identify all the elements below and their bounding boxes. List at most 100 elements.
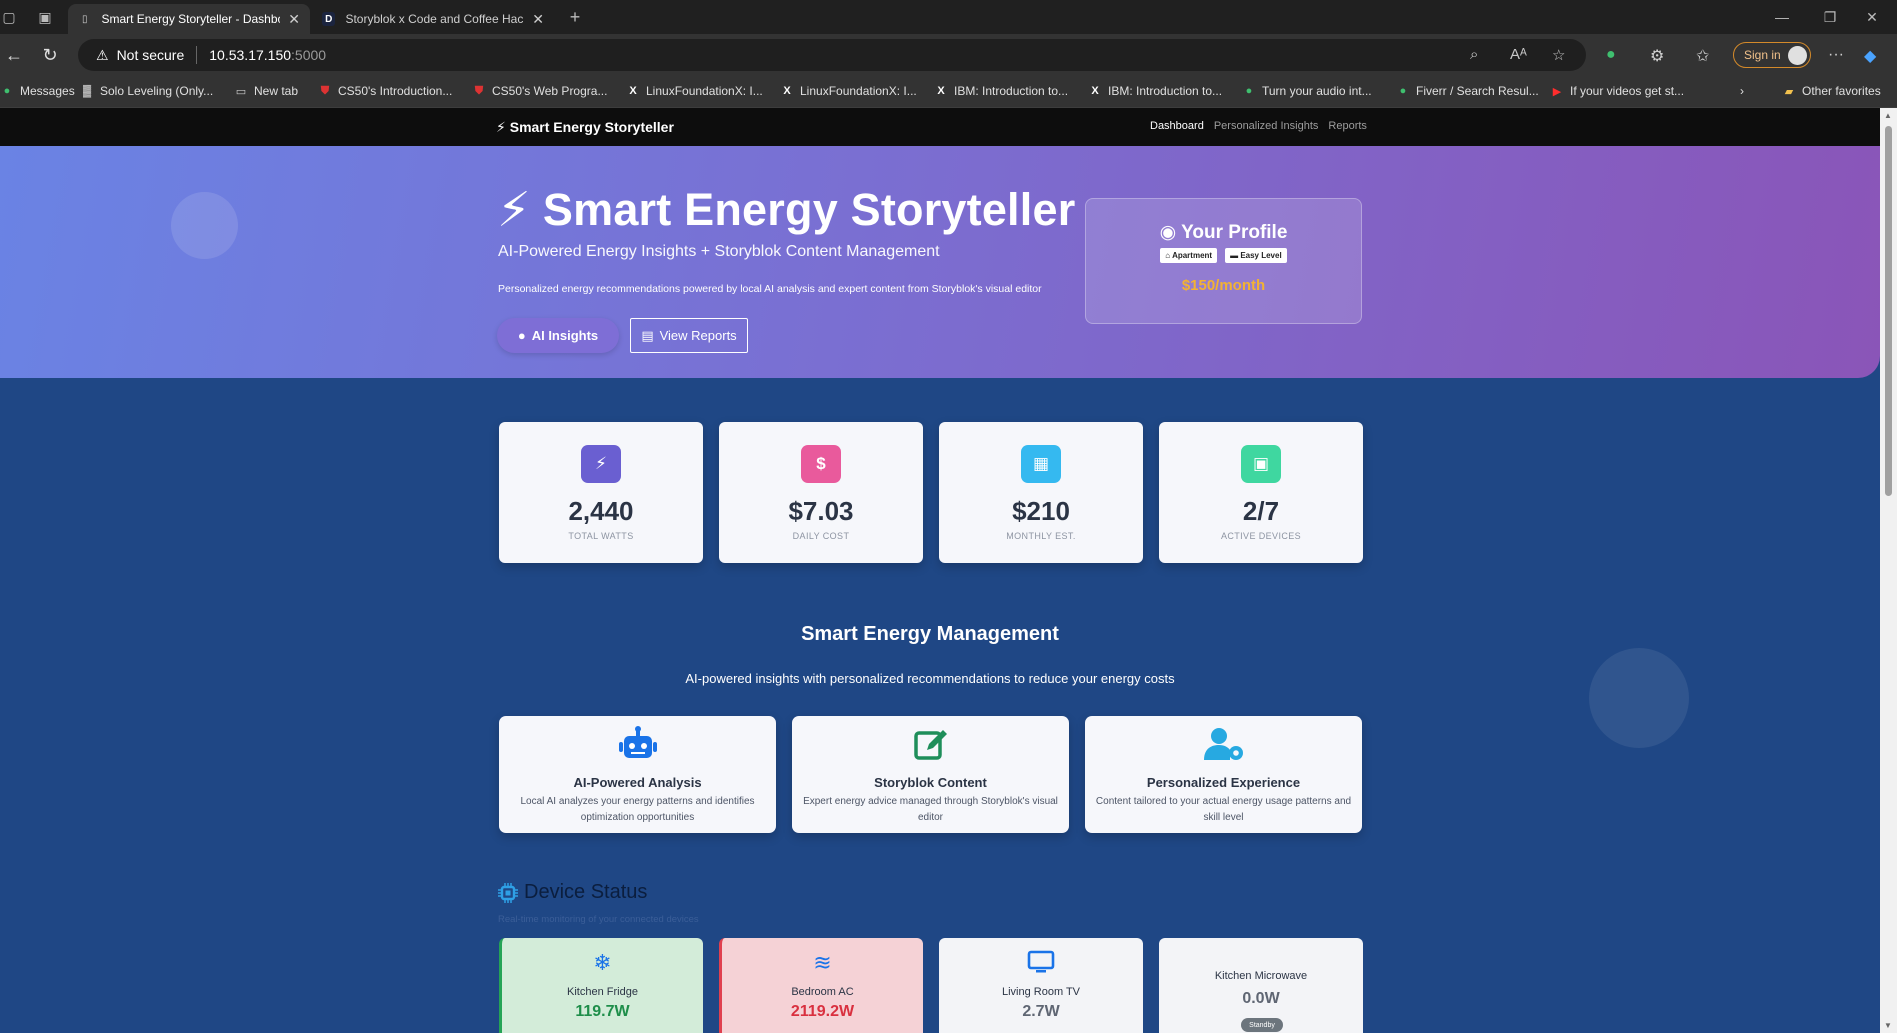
skill-level-badge: ▬ Easy Level	[1225, 248, 1287, 263]
edit-icon	[792, 726, 1069, 767]
extension-green-icon[interactable]: ●	[1606, 46, 1616, 64]
decorative-bubble	[1589, 648, 1689, 748]
device-name: Kitchen Fridge	[567, 986, 638, 998]
microchip-icon: ▣	[1241, 445, 1281, 483]
ai-insights-button[interactable]: ● AI Insights	[497, 318, 619, 353]
hero-title: ⚡ Smart Energy Storyteller	[497, 184, 1076, 237]
bookmark-item[interactable]: X LinuxFoundationX: I...	[780, 84, 916, 98]
bookmarks-overflow-icon[interactable]: ›	[1740, 84, 1744, 98]
feature-description: Content tailored to your actual energy u…	[1095, 796, 1352, 823]
device-card-kitchen-fridge[interactable]: ❄ Kitchen Fridge 119.7W	[499, 938, 703, 1033]
bookmark-item[interactable]: ⛊ CS50's Web Progra...	[472, 84, 608, 98]
device-status-subtitle: Real-time monitoring of your connected d…	[498, 914, 699, 925]
bookmark-icon: ●	[3, 85, 11, 97]
navbar-brand[interactable]: ⚡ Smart Energy Storyteller	[496, 119, 674, 136]
bookmarks-bar: ● Messages ▓ Solo Leveling (Only... ▭ New t…	[0, 76, 1897, 108]
bookmark-item[interactable]: ▶ If your videos get st...	[1550, 84, 1684, 98]
extensions-icon[interactable]: ⚙	[1650, 46, 1664, 66]
bookmark-icon: ▓	[82, 85, 92, 97]
device-card-living-room-tv[interactable]: Living Room TV 2.7W	[939, 938, 1143, 1033]
feature-title: Personalized Experience	[1146, 775, 1301, 790]
bookmark-item[interactable]: X IBM: Introduction to...	[934, 84, 1068, 98]
tab-actions-icon[interactable]: ▣	[24, 0, 66, 34]
bookmark-item[interactable]: ▓ Solo Leveling (Only...	[80, 84, 213, 98]
device-name: Living Room TV	[1001, 986, 1081, 998]
youtube-icon: ▶	[1552, 85, 1562, 98]
avatar	[1788, 46, 1807, 65]
user-circle-icon: ◉	[1159, 222, 1177, 243]
management-title: Smart Energy Management	[801, 623, 1059, 645]
feature-card-storyblok: Storyblok Content Expert energy advice m…	[792, 716, 1069, 833]
feature-card-ai-analysis: AI-Powered Analysis Local AI analyzes yo…	[499, 716, 776, 833]
feature-description: Expert energy advice managed through Sto…	[803, 796, 1058, 823]
close-tab-icon[interactable]: ✕	[532, 11, 544, 28]
navbar-links: Dashboard Personalized Insights Reports	[1150, 120, 1367, 132]
reload-icon[interactable]: ↻	[36, 42, 64, 68]
device-card-kitchen-microwave[interactable]: Kitchen Microwave 0.0W Standby	[1159, 938, 1363, 1033]
user-gear-icon	[1085, 726, 1362, 767]
hero-subtitle: AI-Powered Energy Insights + Storyblok C…	[498, 243, 940, 260]
status-badge: Standby	[1241, 1018, 1283, 1032]
bookmark-item[interactable]: X IBM: Introduction to...	[1088, 84, 1222, 98]
page-icon: ▯	[81, 13, 88, 25]
security-label[interactable]: Not secure	[117, 47, 185, 63]
stat-label: TOTAL WATTS	[568, 531, 634, 541]
view-reports-button[interactable]: ▤ View Reports	[630, 318, 748, 353]
close-tab-icon[interactable]: ✕	[288, 11, 300, 28]
device-watts: 2.7W	[1022, 1003, 1060, 1020]
bookmark-item[interactable]: ● Fiverr / Search Resul...	[1396, 84, 1539, 98]
nav-reports[interactable]: Reports	[1328, 120, 1367, 132]
site-navbar: ⚡ Smart Energy Storyteller Dashboard Per…	[0, 108, 1880, 146]
favorites-icon[interactable]: ✩	[1696, 46, 1709, 66]
nav-dashboard[interactable]: Dashboard	[1150, 120, 1204, 132]
harvard-icon: ⛊	[474, 84, 484, 97]
bookmark-item[interactable]: X LinuxFoundationX: I...	[626, 84, 762, 98]
read-aloud-icon[interactable]: Aᴬ	[1510, 46, 1527, 63]
stat-value: 2/7	[1242, 496, 1280, 526]
device-name: Kitchen Microwave	[1214, 970, 1308, 982]
snowflake-icon: ❄	[593, 950, 612, 975]
tab-storyblok[interactable]: D Storyblok x Code and Coffee Hac ✕	[312, 4, 554, 34]
sign-in-button[interactable]: Sign in	[1733, 42, 1811, 68]
bookmark-item[interactable]: ▭ New tab	[234, 84, 298, 98]
scroll-down-icon[interactable]: ▼	[1884, 1021, 1892, 1030]
zoom-icon[interactable]: ⌕	[1470, 46, 1478, 63]
restore-icon[interactable]: ❐	[1806, 0, 1854, 34]
device-card-bedroom-ac[interactable]: ≋ Bedroom AC 2119.2W	[719, 938, 923, 1033]
other-favorites[interactable]: ▰ Other favorites	[1782, 84, 1881, 98]
bookmark-item[interactable]: ⛊ CS50's Introduction...	[318, 84, 452, 98]
page-viewport: ⚡ Smart Energy Storyteller Dashboard Per…	[0, 108, 1880, 1033]
more-menu-icon[interactable]: ···	[1828, 46, 1844, 64]
browser-tab-bar: ▢ ▣ ▯ Smart Energy Storyteller - Dashbo …	[0, 0, 1897, 34]
tab-title: Storyblok x Code and Coffee Hac	[345, 12, 524, 26]
device-watts: 2119.2W	[790, 1003, 855, 1020]
device-status-title: Device Status	[498, 881, 647, 904]
page-scrollbar[interactable]: ▲ ▼	[1880, 108, 1897, 1033]
calendar-icon: ▦	[1021, 445, 1061, 483]
device-name: Bedroom AC	[791, 986, 854, 998]
scroll-up-icon[interactable]: ▲	[1884, 111, 1892, 120]
stat-card-monthly-estimate: ▦ $210 MONTHLY EST.	[939, 422, 1143, 563]
new-tab-icon[interactable]: +	[560, 0, 590, 34]
stat-value: 2,440	[568, 496, 634, 526]
scrollbar-thumb[interactable]	[1885, 126, 1892, 496]
tab-smart-energy[interactable]: ▯ Smart Energy Storyteller - Dashbo ✕	[68, 4, 310, 34]
hero-section: ⚡ Smart Energy Storyteller AI-Powered En…	[0, 146, 1880, 378]
edx-icon: X	[629, 85, 637, 97]
workspaces-icon[interactable]: ▢	[0, 0, 18, 34]
bookmark-item[interactable]: ● Messages	[0, 84, 75, 98]
close-window-icon[interactable]: ✕	[1852, 0, 1892, 34]
stat-label: ACTIVE DEVICES	[1220, 531, 1302, 541]
nav-personalized-insights[interactable]: Personalized Insights	[1214, 120, 1319, 132]
bookmark-item[interactable]: ● Turn your audio int...	[1242, 84, 1372, 98]
minimize-icon[interactable]: —	[1758, 0, 1806, 34]
hero-description: Personalized energy recommendations powe…	[498, 283, 1042, 295]
favorite-star-icon[interactable]: ☆	[1552, 46, 1565, 64]
edx-icon: X	[1091, 85, 1099, 97]
decorative-bubble	[171, 192, 238, 259]
address-bar-row: ← ↻ ⚠ Not secure 10.53.17.150 :5000 ⌕ Aᴬ…	[0, 34, 1897, 76]
copilot-icon[interactable]: ◆	[1864, 46, 1876, 66]
address-bar[interactable]: ⚠ Not secure 10.53.17.150 :5000 ⌕ Aᴬ ☆	[78, 39, 1586, 71]
device-watts: 119.7W	[575, 1003, 630, 1020]
back-icon[interactable]: ←	[0, 42, 28, 68]
